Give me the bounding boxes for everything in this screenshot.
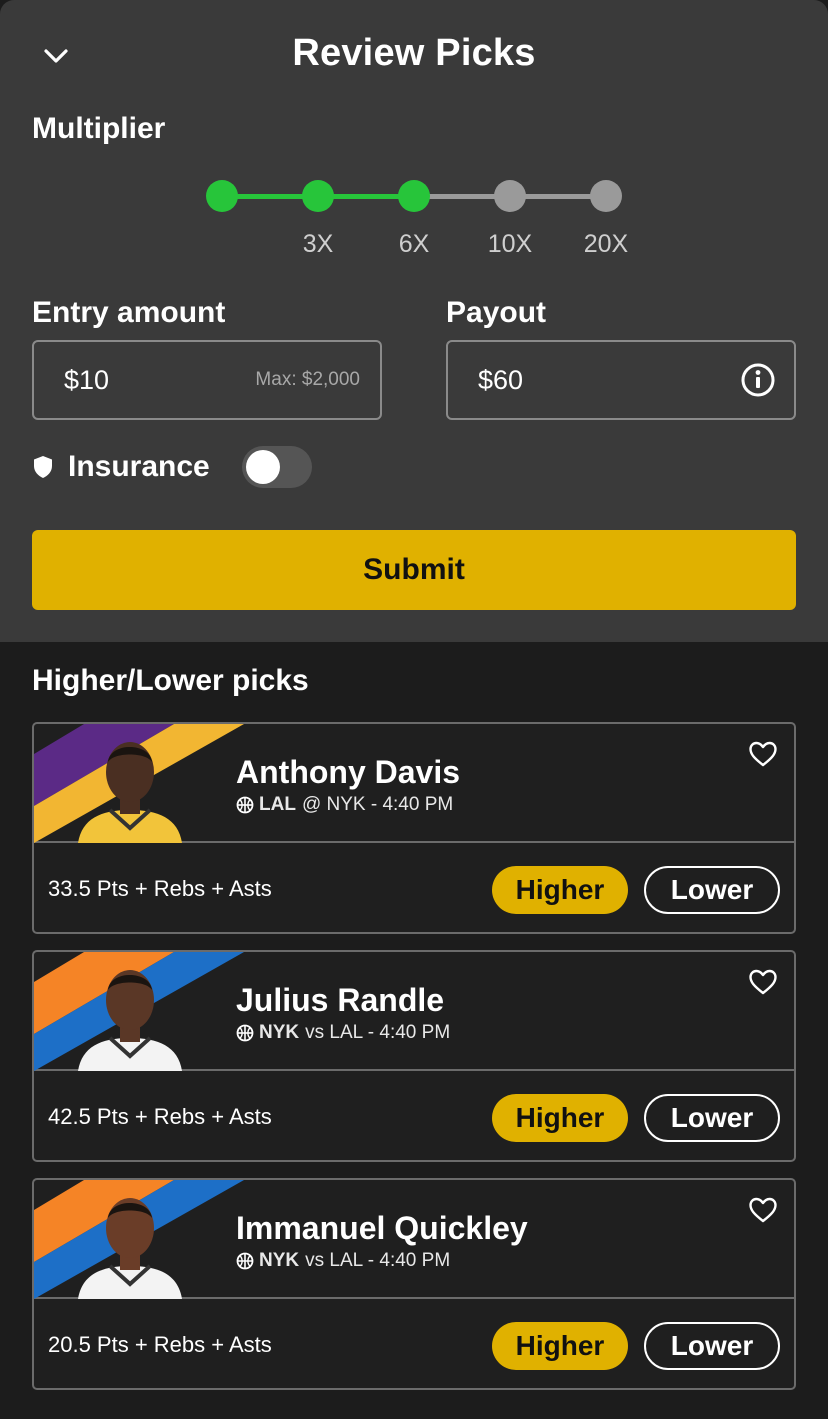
stat-line: 42.5 Pts + Rebs + Asts [48, 1104, 272, 1129]
shield-icon [34, 456, 52, 478]
multiplier-step-label: 10X [487, 230, 533, 258]
page-title: Review Picks [292, 32, 536, 74]
game-matchup: vs LAL - 4:40 PM [305, 1022, 451, 1043]
multiplier-step-dot[interactable] [398, 180, 430, 212]
pick-card-header: Anthony Davis LAL @ NYK - 4:40 PM [34, 724, 794, 843]
lower-button[interactable]: Lower [644, 1094, 780, 1142]
multiplier-label: Multiplier [32, 112, 166, 145]
submit-button[interactable]: Submit [32, 530, 796, 610]
pick-card: Anthony Davis LAL @ NYK - 4:40 PM 33.5 P… [32, 722, 796, 934]
entry-amount-label: Entry amount [32, 296, 226, 329]
insurance-row: Insurance [32, 446, 210, 488]
higher-button[interactable]: Higher [492, 1322, 628, 1370]
entry-max-hint: Max: $2,000 [255, 369, 360, 390]
info-icon[interactable] [740, 362, 776, 398]
payout-field: $60 [446, 340, 796, 420]
entry-amount-input[interactable]: $10 Max: $2,000 [32, 340, 382, 420]
player-name: Anthony Davis [236, 754, 461, 790]
basketball-icon [236, 1024, 254, 1042]
basketball-icon [236, 796, 254, 814]
heart-icon[interactable] [748, 1196, 778, 1224]
higher-button[interactable]: Higher [492, 1094, 628, 1142]
pick-card: Julius Randle NYK vs LAL - 4:40 PM 42.5 … [32, 950, 796, 1162]
picks-heading: Higher/Lower picks [32, 664, 309, 697]
game-info: NYK vs LAL - 4:40 PM [236, 1022, 450, 1044]
stat-line: 33.5 Pts + Rebs + Asts [48, 876, 272, 901]
lower-button[interactable]: Lower [644, 866, 780, 914]
player-name: Julius Randle [236, 982, 445, 1018]
stat-line: 20.5 Pts + Rebs + Asts [48, 1332, 272, 1357]
heart-icon[interactable] [748, 968, 778, 996]
higher-button[interactable]: Higher [492, 866, 628, 914]
multiplier-step-dot[interactable] [590, 180, 622, 212]
game-matchup: @ NYK - 4:40 PM [301, 794, 454, 815]
review-panel: Review Picks Multiplier 3X 6X 10X 20X Entry… [0, 0, 828, 642]
lower-button[interactable]: Lower [644, 1322, 780, 1370]
game-matchup: vs LAL - 4:40 PM [305, 1250, 451, 1271]
payout-value: $60 [478, 364, 524, 395]
multiplier-step-dot[interactable] [494, 180, 526, 212]
pick-card-header: Immanuel Quickley NYK vs LAL - 4:40 PM [34, 1180, 794, 1299]
entry-amount-value: $10 [64, 364, 110, 395]
heart-icon[interactable] [748, 740, 778, 768]
player-headshot [78, 970, 182, 1071]
toggle-knob [246, 450, 280, 484]
player-headshot [78, 1198, 182, 1299]
pick-card: Immanuel Quickley NYK vs LAL - 4:40 PM 2… [32, 1178, 796, 1390]
multiplier-step-label: 20X [583, 230, 629, 258]
basketball-icon [236, 1252, 254, 1270]
player-name: Immanuel Quickley [236, 1210, 528, 1246]
game-info: NYK vs LAL - 4:40 PM [236, 1250, 450, 1272]
player-team: NYK [259, 1250, 300, 1271]
multiplier-step-dot[interactable] [302, 180, 334, 212]
pick-card-header: Julius Randle NYK vs LAL - 4:40 PM [34, 952, 794, 1071]
game-info: LAL @ NYK - 4:40 PM [236, 794, 453, 816]
payout-label: Payout [446, 296, 547, 329]
insurance-label: Insurance [68, 450, 210, 483]
insurance-toggle[interactable] [242, 446, 312, 488]
multiplier-step-dot[interactable] [206, 180, 238, 212]
multiplier-step-label: 3X [302, 230, 334, 258]
multiplier-step-label: 6X [398, 230, 430, 258]
player-headshot [78, 742, 182, 843]
player-team: LAL [259, 794, 296, 815]
player-team: NYK [259, 1022, 300, 1043]
